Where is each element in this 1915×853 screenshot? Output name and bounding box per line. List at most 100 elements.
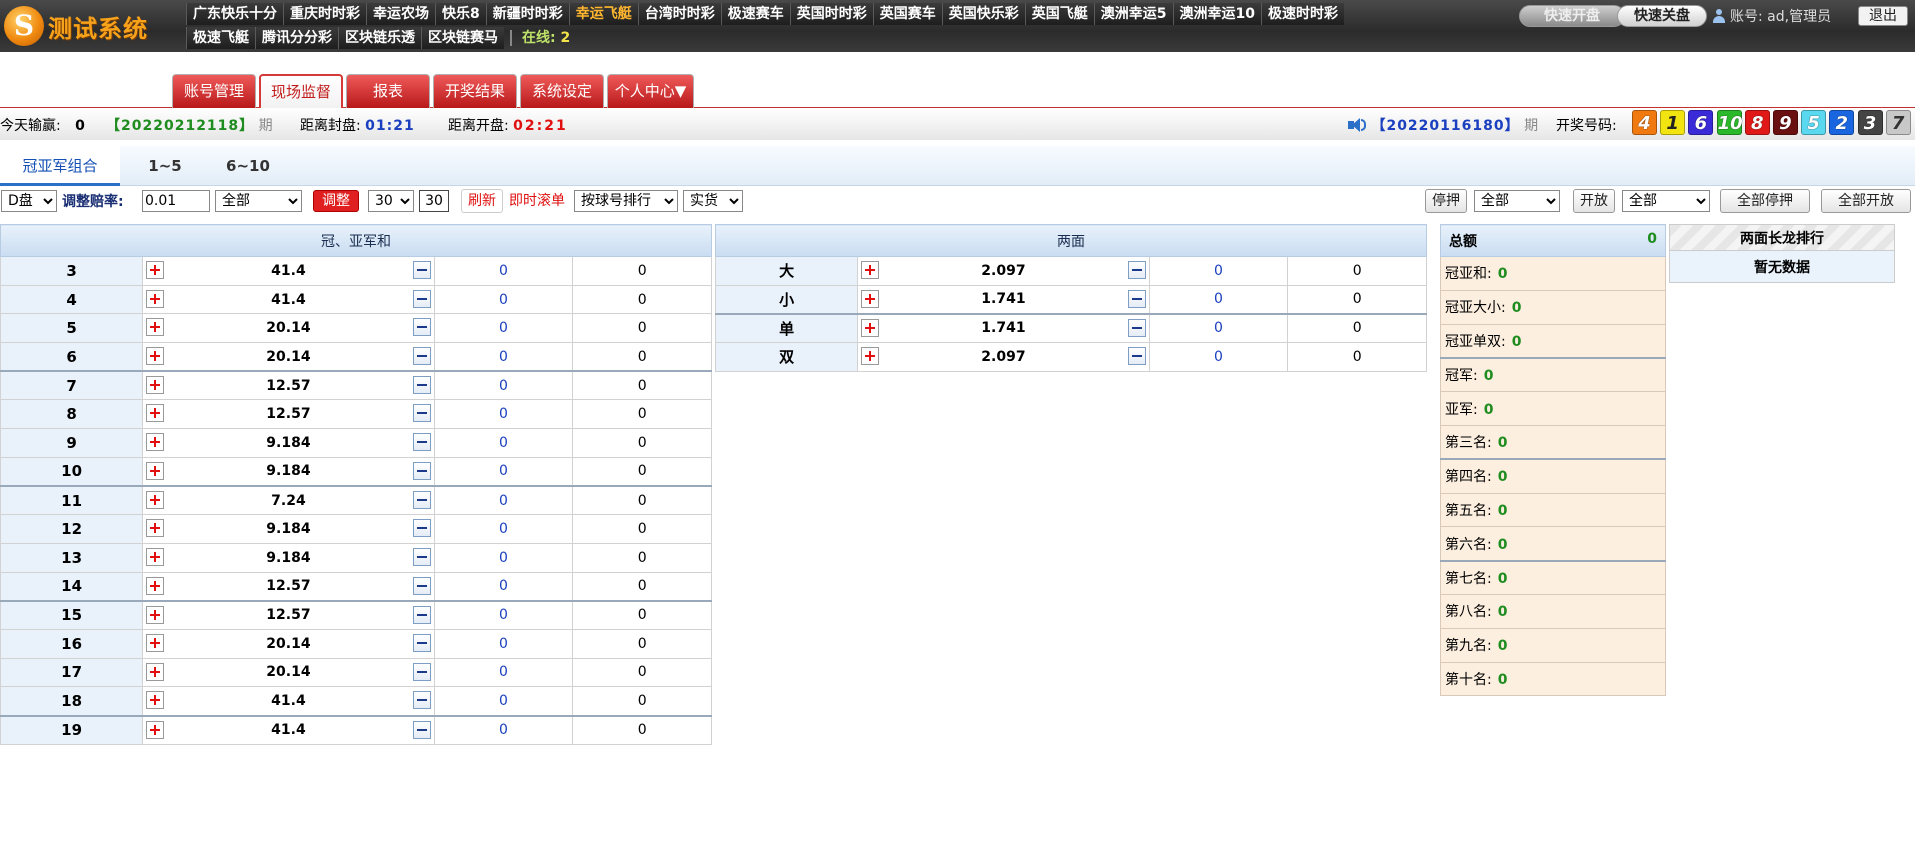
plus-icon[interactable]: [861, 289, 880, 308]
logout-button[interactable]: 退出: [1858, 6, 1908, 26]
game-menu-item[interactable]: 英国快乐彩: [941, 3, 1025, 25]
sort-select[interactable]: 按球号排行: [574, 190, 678, 212]
minus-icon[interactable]: [412, 433, 431, 452]
stop-bet-button[interactable]: 停押: [1425, 189, 1467, 213]
tab-draw-results[interactable]: 开奖结果: [433, 74, 517, 108]
win-loss: 0: [572, 686, 712, 717]
plus-icon[interactable]: [146, 720, 165, 739]
speaker-icon[interactable]: [1347, 117, 1367, 133]
subtab-champion-combo[interactable]: 冠亚军组合: [0, 146, 120, 186]
minus-icon[interactable]: [412, 261, 431, 279]
plus-icon[interactable]: [146, 433, 165, 452]
minus-icon[interactable]: [1127, 289, 1146, 308]
minus-icon[interactable]: [412, 519, 431, 538]
adjust-scope-select[interactable]: 全部: [215, 190, 302, 212]
close-time: 01:21: [365, 118, 415, 134]
game-menu-item[interactable]: 重庆时时彩: [283, 3, 366, 25]
tab-account-manage[interactable]: 账号管理: [172, 74, 256, 108]
bet-amount: 0: [433, 628, 574, 659]
game-menu-item[interactable]: 腾讯分分彩: [255, 27, 338, 49]
quick-close-button[interactable]: 快速关盘: [1617, 5, 1707, 27]
minus-icon[interactable]: [412, 347, 431, 366]
open-bet-button[interactable]: 开放: [1573, 189, 1615, 213]
game-menu-item[interactable]: 新疆时时彩: [485, 3, 569, 25]
stop-scope-select[interactable]: 全部: [1474, 190, 1560, 212]
plus-icon[interactable]: [146, 576, 165, 595]
refresh-interval-select[interactable]: 30: [368, 190, 414, 212]
plus-icon[interactable]: [146, 547, 165, 566]
tab-report[interactable]: 报表: [346, 74, 430, 108]
game-menu-item[interactable]: 幸运农场: [366, 3, 435, 25]
plus-icon[interactable]: [146, 519, 165, 538]
plus-icon[interactable]: [861, 318, 880, 337]
game-menu-item[interactable]: 英国时时彩: [789, 3, 873, 25]
summary-label: 冠亚和:: [1445, 266, 1492, 283]
plus-icon[interactable]: [146, 376, 165, 395]
tab-system-settings[interactable]: 系统设定: [520, 74, 604, 108]
minus-icon[interactable]: [412, 461, 431, 480]
plus-icon[interactable]: [861, 347, 880, 366]
adjust-button[interactable]: 调整: [313, 190, 359, 212]
game-menu-item[interactable]: 澳洲幸运10: [1172, 3, 1261, 25]
today-label: 今天输赢:: [0, 118, 61, 134]
minus-icon[interactable]: [412, 289, 431, 308]
instant-scroll-link[interactable]: 即时滚单: [509, 190, 565, 210]
minus-icon[interactable]: [412, 720, 431, 739]
plus-icon[interactable]: [146, 491, 165, 509]
minus-icon[interactable]: [412, 662, 431, 681]
refresh-button[interactable]: 刷新: [461, 189, 503, 213]
game-menu-item[interactable]: 英国赛车: [872, 3, 942, 25]
plus-icon[interactable]: [146, 691, 165, 710]
plus-icon[interactable]: [146, 289, 165, 308]
quick-open-button[interactable]: 快速开盘: [1519, 5, 1625, 27]
minus-icon[interactable]: [412, 318, 431, 337]
plus-icon[interactable]: [146, 261, 165, 279]
game-menu-item[interactable]: 台湾时时彩: [637, 3, 721, 25]
adjust-odds-input[interactable]: [142, 190, 210, 212]
game-menu-item[interactable]: 极速时时彩: [1260, 3, 1344, 25]
open-all-button[interactable]: 全部开放: [1821, 189, 1911, 213]
open-time: 02:21: [513, 118, 568, 134]
win-loss: 0: [572, 657, 712, 688]
game-menu-item[interactable]: 幸运飞艇: [568, 3, 638, 25]
minus-icon[interactable]: [412, 404, 431, 423]
minus-icon[interactable]: [412, 605, 431, 624]
open-scope-select[interactable]: 全部: [1622, 190, 1710, 212]
minus-icon[interactable]: [412, 633, 431, 652]
odds-cell: 41.4: [142, 284, 435, 315]
stop-all-button[interactable]: 全部停押: [1720, 189, 1810, 213]
plus-icon[interactable]: [146, 461, 165, 480]
mode-select[interactable]: 实货: [683, 190, 743, 212]
tab-personal-center[interactable]: 个人中心▼: [607, 74, 694, 108]
game-menu-item[interactable]: 区块链赛马: [421, 27, 504, 49]
game-menu-item[interactable]: 区块链乐透: [338, 27, 421, 49]
minus-icon[interactable]: [412, 376, 431, 395]
plus-icon[interactable]: [146, 633, 165, 652]
last-period-number: 【20220116180】: [1371, 118, 1520, 134]
minus-icon[interactable]: [412, 547, 431, 566]
plus-icon[interactable]: [146, 605, 165, 624]
plus-icon[interactable]: [146, 347, 165, 366]
minus-icon[interactable]: [412, 491, 431, 509]
plus-icon[interactable]: [146, 662, 165, 681]
plus-icon[interactable]: [146, 318, 165, 337]
minus-icon[interactable]: [1127, 261, 1146, 279]
game-menu-item[interactable]: 快乐8: [435, 3, 486, 25]
game-menu-item[interactable]: 广东快乐十分: [186, 3, 283, 25]
online-label: 在线:: [522, 30, 556, 46]
table-row: 11 7.24 0 0: [0, 485, 712, 516]
tab-live-monitor[interactable]: 现场监督: [259, 74, 343, 108]
odds-value: 12.57: [266, 607, 311, 624]
game-menu-item[interactable]: 极速赛车: [720, 3, 790, 25]
game-menu-item[interactable]: 极速飞艇: [186, 27, 255, 49]
minus-icon[interactable]: [412, 691, 431, 710]
pan-select[interactable]: D盘: [1, 190, 57, 212]
minus-icon[interactable]: [1127, 347, 1146, 366]
game-menu-item[interactable]: 澳洲幸运5: [1093, 3, 1173, 25]
subtab-6-10[interactable]: 6~10: [188, 146, 308, 186]
game-menu-item[interactable]: 英国飞艇: [1024, 3, 1094, 25]
minus-icon[interactable]: [1127, 318, 1146, 337]
minus-icon[interactable]: [412, 576, 431, 595]
plus-icon[interactable]: [861, 261, 880, 279]
plus-icon[interactable]: [146, 404, 165, 423]
